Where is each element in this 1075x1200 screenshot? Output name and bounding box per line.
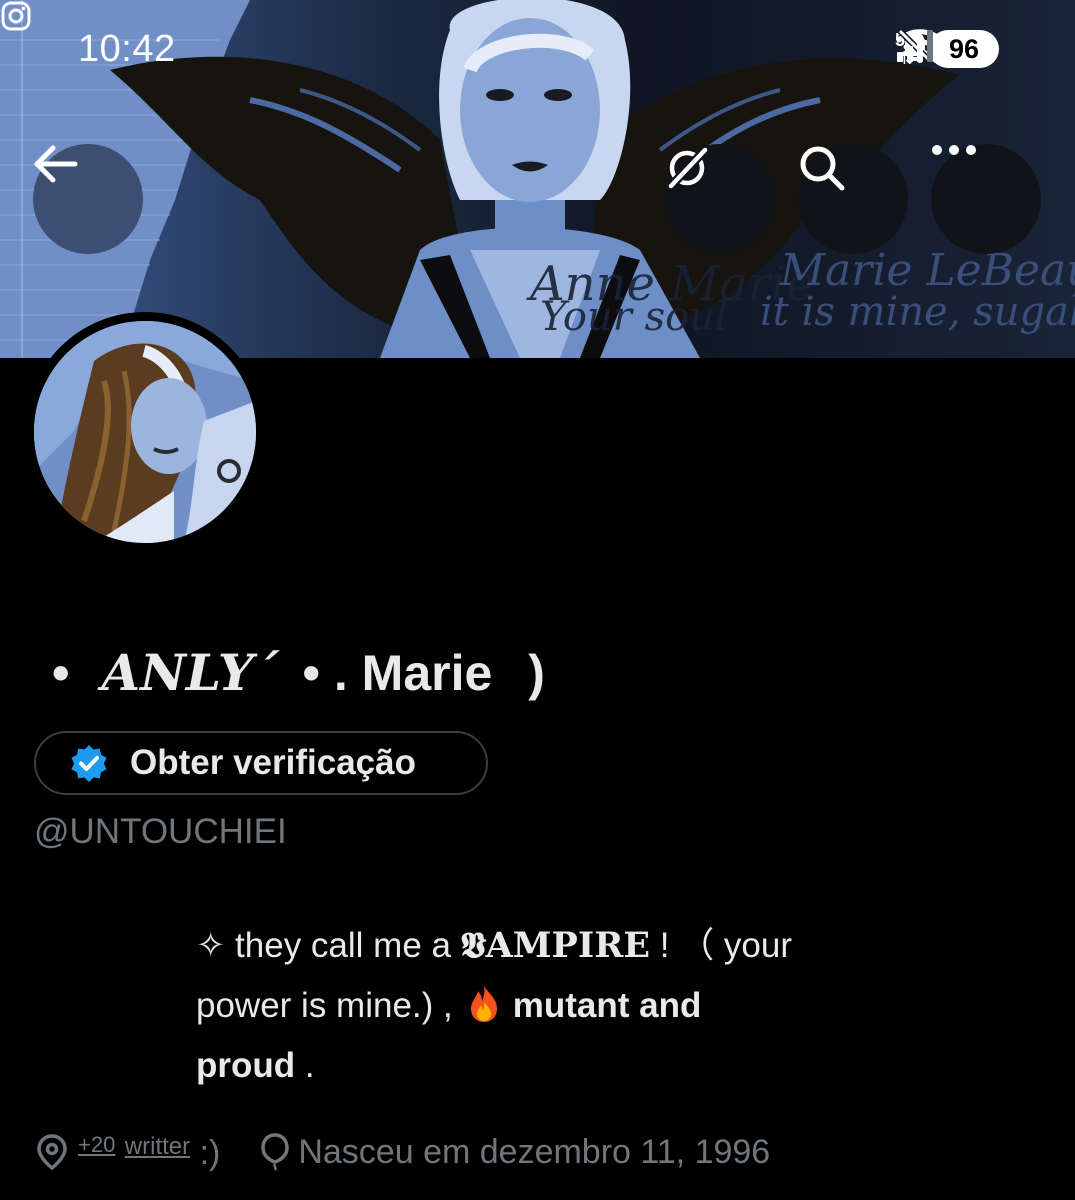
profile-banner[interactable]: Anne Marie Your soul Marie LeBeau it is … [0, 0, 1075, 358]
back-button[interactable] [33, 144, 143, 254]
get-verified-label: Obter verificação [130, 743, 416, 782]
more-icon [932, 145, 976, 155]
display-name-suffix: ) [528, 645, 545, 701]
avatar[interactable] [25, 312, 265, 552]
bio-bold-text: mutant and [512, 986, 702, 1025]
instagram-icon [1, 1, 31, 31]
profile-location: +20 writter :) [78, 1132, 220, 1173]
banner-script-4: it is mine, sugah! [760, 289, 1075, 335]
user-handle: @UNTOUCHIEI [34, 812, 287, 851]
profile-page: Anne Marie Your soul Marie LeBeau it is … [0, 0, 1075, 1200]
more-button[interactable] [931, 144, 1041, 254]
grok-button[interactable] [665, 144, 775, 254]
display-name-main: • . Marie [302, 645, 493, 701]
bio-text: power is mine.) , [196, 986, 453, 1025]
bio-text: ✧ they call me a [196, 926, 461, 965]
bio-bold-text: proud [196, 1046, 296, 1085]
location-pin-icon [37, 1134, 67, 1170]
search-icon [800, 146, 845, 191]
location-word: writter [124, 1132, 191, 1160]
profile-meta: +20 writter :) Nasceu em dezembro 11, 19… [36, 1122, 770, 1182]
bio-text: . [295, 1046, 315, 1085]
get-verified-button[interactable]: Obter verificação [34, 731, 488, 795]
search-button[interactable] [798, 144, 908, 254]
signal-icon [896, 30, 933, 62]
location-end: :) [190, 1133, 221, 1172]
profile-birthdate: Nasceu em dezembro 11, 1996 [298, 1132, 771, 1171]
verified-badge-icon [71, 745, 107, 782]
banner-script-2: Your soul [540, 294, 728, 340]
profile-bio: ✧ they call me a 𝖁AMPIRE ! （ your power … [196, 916, 836, 1096]
fire-emoji-icon [470, 985, 497, 1022]
avatar-artwork [34, 321, 256, 543]
display-name-fancy: ANLY´ [101, 643, 279, 702]
bio-line-2: power is mine.) , mutant and [196, 976, 836, 1036]
avatar-image [34, 321, 256, 543]
display-name-prefix: • [52, 645, 70, 701]
status-icons: 5G ⇅ 96 [895, 26, 999, 72]
location-sup: +20 [78, 1131, 116, 1157]
status-time: 10:42 [78, 28, 176, 70]
bio-line-3: proud . [196, 1036, 836, 1096]
balloon-icon [261, 1133, 290, 1171]
display-name: • ANLY´ • . Marie ) [52, 640, 545, 706]
bio-vampire: 𝖁AMPIRE [460, 925, 650, 966]
grok-icon [667, 146, 709, 190]
arrow-left-icon [34, 145, 78, 183]
bio-text: ! （ your [650, 926, 792, 965]
bio-line-1: ✧ they call me a 𝖁AMPIRE ! （ your [196, 916, 836, 976]
